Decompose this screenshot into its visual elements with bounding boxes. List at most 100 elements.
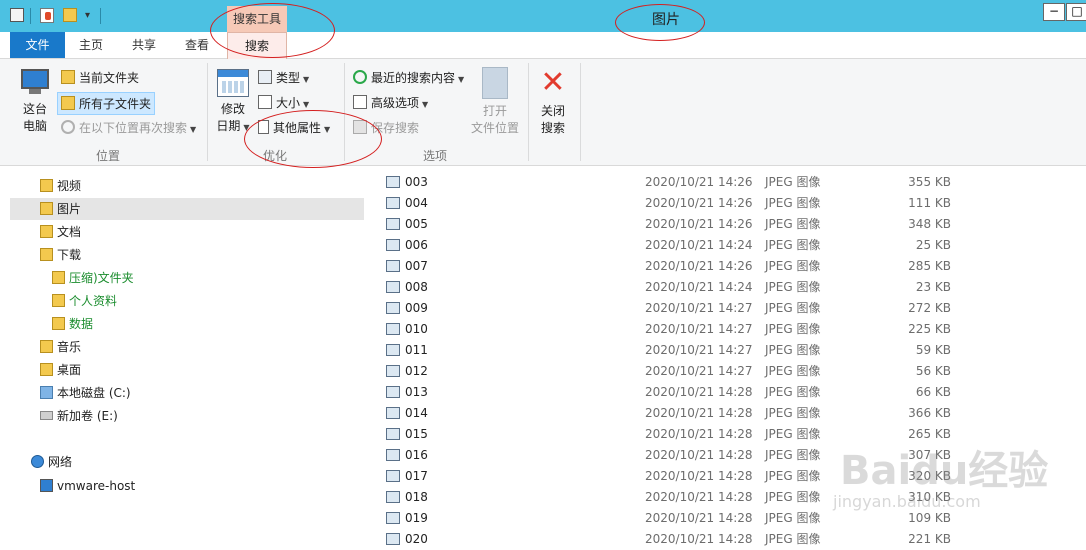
date-modified-label-2-text: 日期 bbox=[216, 119, 241, 133]
size-button[interactable]: 大小 ▼ bbox=[258, 94, 309, 111]
close-search-button[interactable]: ✕ 关闭 搜索 bbox=[536, 67, 570, 137]
table-row[interactable]: 013 2020/10/21 14:28 JPEG 图像 66 KB bbox=[380, 382, 1086, 403]
new-document-icon[interactable] bbox=[40, 8, 54, 23]
customize-toolbar-icon[interactable]: ▾ bbox=[85, 8, 95, 24]
table-row[interactable]: 014 2020/10/21 14:28 JPEG 图像 366 KB bbox=[380, 403, 1086, 424]
file-date: 2020/10/21 14:27 bbox=[645, 301, 753, 315]
network-icon bbox=[31, 455, 44, 468]
nav-item-data[interactable]: 数据 bbox=[52, 313, 93, 335]
table-row[interactable]: 019 2020/10/21 14:28 JPEG 图像 109 KB bbox=[380, 508, 1086, 529]
table-row[interactable]: 005 2020/10/21 14:26 JPEG 图像 348 KB bbox=[380, 214, 1086, 235]
table-row[interactable]: 011 2020/10/21 14:27 JPEG 图像 59 KB bbox=[380, 340, 1086, 361]
computer-icon bbox=[40, 479, 53, 492]
image-file-icon bbox=[386, 197, 400, 209]
nav-item-videos[interactable]: 视频 bbox=[40, 175, 81, 197]
size-icon bbox=[258, 95, 272, 109]
file-type: JPEG 图像 bbox=[765, 427, 821, 441]
table-row[interactable]: 007 2020/10/21 14:26 JPEG 图像 285 KB bbox=[380, 256, 1086, 277]
search-again-in-button[interactable]: 在以下位置再次搜索 ▼ bbox=[61, 119, 196, 136]
all-subfolders-label: 所有子文件夹 bbox=[79, 97, 152, 111]
nav-item-downloads[interactable]: 下载 bbox=[40, 244, 81, 266]
open-file-location-button[interactable]: 打开 文件位置 bbox=[468, 67, 522, 137]
file-size: 366 KB bbox=[908, 406, 951, 420]
file-size: 56 KB bbox=[915, 364, 951, 378]
tab-view[interactable]: 查看 bbox=[185, 32, 209, 58]
table-row[interactable]: 012 2020/10/21 14:27 JPEG 图像 56 KB bbox=[380, 361, 1086, 382]
recent-searches-label: 最近的搜索内容 bbox=[371, 71, 456, 85]
advanced-options-button[interactable]: 高级选项 ▼ bbox=[353, 94, 428, 111]
all-subfolders-button[interactable]: 所有子文件夹 bbox=[57, 92, 156, 115]
table-row[interactable]: 008 2020/10/21 14:24 JPEG 图像 23 KB bbox=[380, 277, 1086, 298]
image-file-icon bbox=[386, 218, 400, 230]
current-folder-label: 当前文件夹 bbox=[79, 71, 140, 85]
this-pc-label-1: 这台 bbox=[22, 102, 47, 116]
date-modified-label-1: 修改 bbox=[220, 102, 245, 116]
image-file-icon bbox=[386, 281, 400, 293]
open-folder-icon bbox=[482, 67, 508, 99]
new-folder-icon[interactable] bbox=[63, 8, 77, 22]
table-row[interactable]: 003 2020/10/21 14:26 JPEG 图像 355 KB bbox=[380, 172, 1086, 193]
table-row[interactable]: 004 2020/10/21 14:26 JPEG 图像 111 KB bbox=[380, 193, 1086, 214]
tab-home[interactable]: 主页 bbox=[79, 32, 103, 58]
advanced-options-label: 高级选项 bbox=[371, 96, 420, 110]
image-file-icon bbox=[386, 533, 400, 545]
nav-item-personal-data[interactable]: 个人资料 bbox=[52, 290, 117, 312]
file-date: 2020/10/21 14:27 bbox=[645, 322, 753, 336]
file-date: 2020/10/21 14:28 bbox=[645, 490, 753, 504]
nav-item-label: 文档 bbox=[57, 225, 82, 239]
date-modified-button[interactable]: 修改 日期 ▼ bbox=[214, 69, 252, 136]
file-type: JPEG 图像 bbox=[765, 406, 821, 420]
nav-item-documents[interactable]: 文档 bbox=[40, 221, 81, 243]
file-date: 2020/10/21 14:28 bbox=[645, 406, 753, 420]
this-pc-button[interactable]: 这台 电脑 bbox=[16, 69, 54, 135]
file-date: 2020/10/21 14:28 bbox=[645, 448, 753, 462]
table-row[interactable]: 009 2020/10/21 14:27 JPEG 图像 272 KB bbox=[380, 298, 1086, 319]
nav-item-pictures[interactable]: 图片 bbox=[40, 198, 81, 220]
nav-item-local-disk-c[interactable]: 本地磁盘 (C:) bbox=[40, 382, 131, 404]
tab-file[interactable]: 文件 bbox=[10, 32, 65, 58]
nav-item-network[interactable]: 网络 bbox=[31, 451, 72, 473]
file-name: 009 bbox=[405, 301, 428, 315]
nav-item-compressed-folder[interactable]: 压缩)文件夹 bbox=[52, 267, 134, 289]
file-date: 2020/10/21 14:27 bbox=[645, 343, 753, 357]
file-type: JPEG 图像 bbox=[765, 301, 821, 315]
file-name: 014 bbox=[405, 406, 428, 420]
file-type: JPEG 图像 bbox=[765, 448, 821, 462]
this-pc-label-2: 电脑 bbox=[22, 119, 47, 133]
local-disk-icon bbox=[40, 386, 53, 399]
file-name: 018 bbox=[405, 490, 428, 504]
size-label: 大小 bbox=[276, 96, 301, 110]
file-type: JPEG 图像 bbox=[765, 217, 821, 231]
nav-item-label: 下载 bbox=[57, 248, 82, 262]
nav-item-vmware-host[interactable]: vmware-host bbox=[40, 475, 135, 497]
chevron-down-icon: ▼ bbox=[422, 100, 429, 109]
minimize-button[interactable]: − bbox=[1043, 3, 1065, 21]
ribbon-tab-bar bbox=[0, 32, 1086, 59]
file-size: 272 KB bbox=[908, 301, 951, 315]
file-name: 007 bbox=[405, 259, 428, 273]
file-size: 59 KB bbox=[915, 343, 951, 357]
image-file-icon bbox=[386, 344, 400, 356]
image-file-icon bbox=[386, 365, 400, 377]
drive-icon bbox=[40, 411, 53, 420]
search-again-label: 在以下位置再次搜索 bbox=[79, 121, 188, 135]
maximize-button[interactable]: □ bbox=[1066, 3, 1086, 21]
file-date: 2020/10/21 14:24 bbox=[645, 280, 753, 294]
file-name: 012 bbox=[405, 364, 428, 378]
table-row[interactable]: 010 2020/10/21 14:27 JPEG 图像 225 KB bbox=[380, 319, 1086, 340]
nav-item-desktop[interactable]: 桌面 bbox=[40, 359, 81, 381]
file-type: JPEG 图像 bbox=[765, 511, 821, 525]
table-row[interactable]: 006 2020/10/21 14:24 JPEG 图像 25 KB bbox=[380, 235, 1086, 256]
properties-icon[interactable] bbox=[10, 8, 24, 22]
current-folder-button[interactable]: 当前文件夹 bbox=[61, 69, 139, 86]
image-file-icon bbox=[386, 428, 400, 440]
close-icon: ✕ bbox=[540, 65, 566, 100]
nav-item-new-volume-e[interactable]: 新加卷 (E:) bbox=[40, 405, 118, 427]
recent-searches-button[interactable]: 最近的搜索内容 ▼ bbox=[353, 69, 464, 86]
file-type: JPEG 图像 bbox=[765, 196, 821, 210]
tab-share[interactable]: 共享 bbox=[132, 32, 156, 58]
kind-button[interactable]: 类型 ▼ bbox=[258, 69, 309, 86]
computer-icon bbox=[19, 69, 51, 97]
file-size: 23 KB bbox=[915, 280, 951, 294]
nav-item-music[interactable]: 音乐 bbox=[40, 336, 81, 358]
